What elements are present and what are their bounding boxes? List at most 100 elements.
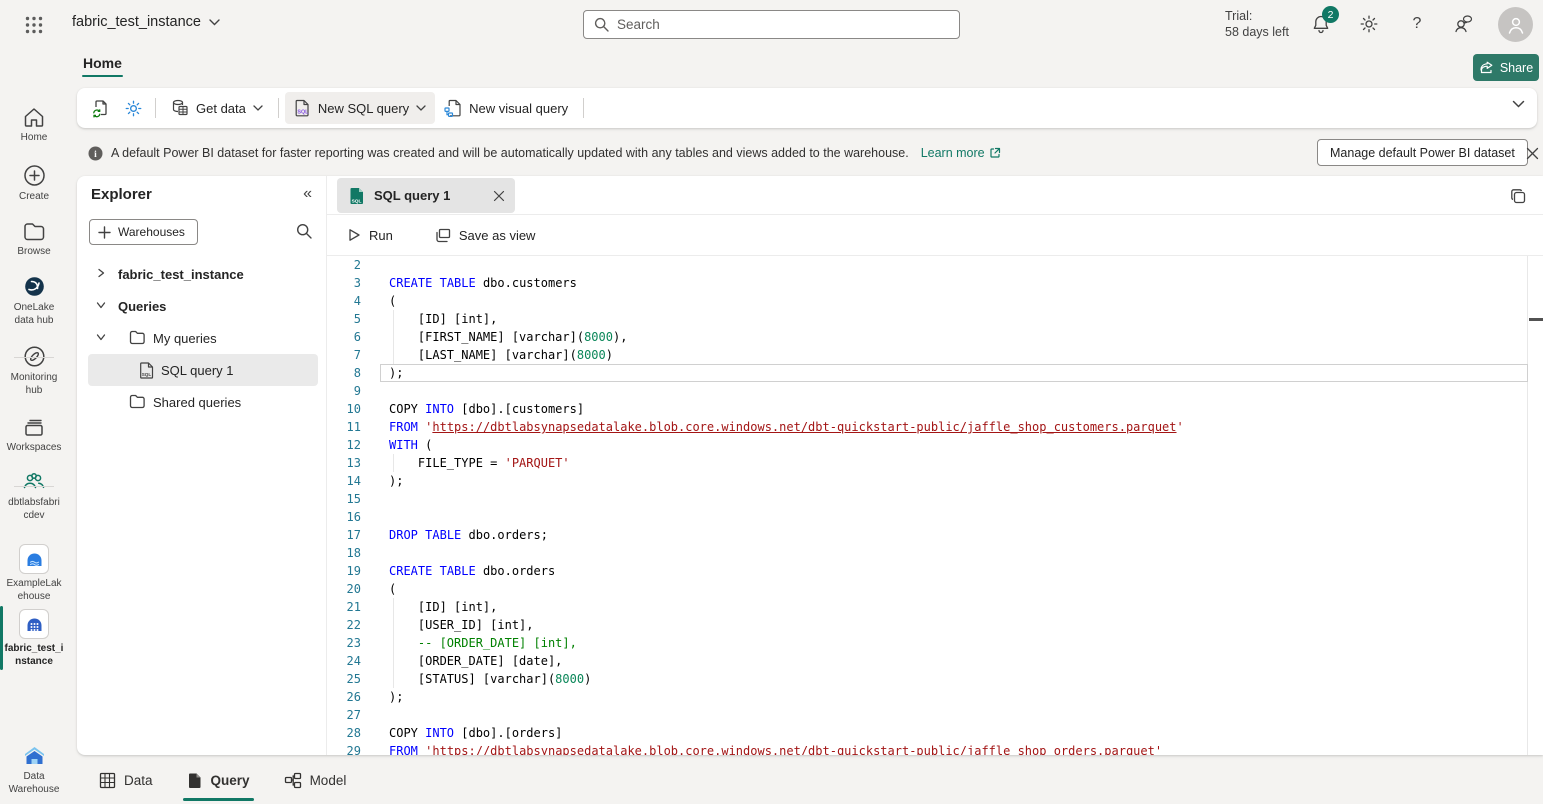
code-line-9[interactable]: 9	[327, 382, 1543, 400]
copy-icon[interactable]	[1507, 185, 1529, 207]
rail-item-dbtlabsfabricdev[interactable]: dbtlabsfabricdev	[0, 471, 68, 522]
rail-item-fabric-test-instance[interactable]: fabric_test_instance	[0, 609, 68, 668]
bottom-tab-data[interactable]: Data	[95, 766, 157, 801]
tree-item-label: fabric_test_instance	[118, 267, 244, 282]
tab-home[interactable]: Home	[83, 55, 122, 77]
chevron-right-icon[interactable]	[96, 268, 108, 280]
learn-more-link[interactable]: Learn more	[921, 146, 1001, 160]
code-line-4[interactable]: 4(	[327, 292, 1543, 310]
get-data-button[interactable]: Get data	[162, 92, 272, 124]
code-line-16[interactable]: 16	[327, 508, 1543, 526]
rail-item-workspaces[interactable]: Workspaces	[0, 417, 68, 454]
code-line-2[interactable]: 2	[327, 256, 1543, 274]
folder-icon	[129, 330, 146, 347]
code-line-22[interactable]: 22 [USER_ID] [int],	[327, 616, 1543, 634]
run-button[interactable]: Run	[339, 222, 401, 249]
toolbar-overflow-chevron[interactable]	[1512, 100, 1525, 108]
code-text: );	[389, 688, 403, 706]
rail-item-label: DataWarehouse	[0, 770, 68, 796]
add-warehouses-button[interactable]: Warehouses	[89, 219, 198, 245]
tree-item-queries[interactable]: Queries	[77, 290, 326, 322]
search-input[interactable]: Search	[583, 10, 960, 39]
code-line-3[interactable]: 3CREATE TABLE dbo.customers	[327, 274, 1543, 292]
save-as-view-button[interactable]: Save as view	[427, 222, 544, 249]
code-line-6[interactable]: 6 [FIRST_NAME] [varchar](8000),	[327, 328, 1543, 346]
manage-default-dataset-button[interactable]: Manage default Power BI dataset	[1317, 139, 1528, 166]
code-text: DROP TABLE dbo.orders;	[389, 526, 548, 544]
refresh-dataset-icon[interactable]	[85, 92, 117, 124]
code-line-10[interactable]: 10COPY INTO [dbo].[customers]	[327, 400, 1543, 418]
collapse-panel-icon[interactable]: «	[303, 185, 312, 203]
new-visual-query-button[interactable]: New visual query	[435, 92, 577, 124]
code-line-28[interactable]: 28COPY INTO [dbo].[orders]	[327, 724, 1543, 742]
code-line-25[interactable]: 25 [STATUS] [varchar](8000)	[327, 670, 1543, 688]
sql-code-editor[interactable]: 23CREATE TABLE dbo.customers4(5 [ID] [in…	[327, 256, 1543, 755]
tab-close-icon[interactable]	[493, 190, 505, 202]
code-text: CREATE TABLE dbo.orders	[389, 562, 555, 580]
query-tab-strip: SQL SQL query 1	[327, 176, 1543, 215]
svg-text:i: i	[94, 150, 97, 160]
rail-item-home[interactable]: Home	[0, 106, 68, 144]
code-line-19[interactable]: 19CREATE TABLE dbo.orders	[327, 562, 1543, 580]
banner-close-icon[interactable]	[1520, 141, 1543, 165]
help-icon[interactable]: ?	[1406, 13, 1428, 35]
settings-gear-icon[interactable]	[1358, 13, 1380, 35]
rail-item-examplelakehouse[interactable]: ExampleLakehouse	[0, 544, 68, 603]
code-line-21[interactable]: 21 [ID] [int],	[327, 598, 1543, 616]
code-line-23[interactable]: 23 -- [ORDER_DATE] [int],	[327, 634, 1543, 652]
toolbar-divider	[155, 98, 156, 118]
bottom-tab-label: Data	[124, 773, 153, 788]
play-icon	[347, 228, 361, 242]
notification-badge: 2	[1322, 6, 1339, 23]
feedback-icon[interactable]	[1452, 13, 1474, 35]
rail-item-browse[interactable]: Browse	[0, 222, 68, 258]
app-launcher-icon[interactable]	[24, 15, 44, 35]
tree-item-my-queries[interactable]: My queries	[77, 322, 326, 354]
code-line-20[interactable]: 20(	[327, 580, 1543, 598]
new-sql-query-button[interactable]: SQL New SQL query	[285, 92, 435, 124]
bottom-tab-model[interactable]: Model	[280, 766, 351, 801]
user-avatar[interactable]	[1498, 7, 1533, 42]
code-line-18[interactable]: 18	[327, 544, 1543, 562]
chevron-down-icon	[209, 19, 220, 26]
tree-item-sql-query-1[interactable]: SQLSQL query 1	[88, 354, 318, 386]
workspace-name: fabric_test_instance	[72, 14, 201, 30]
plus-icon	[98, 226, 111, 239]
code-line-5[interactable]: 5 [ID] [int],	[327, 310, 1543, 328]
code-line-11[interactable]: 11FROM 'https://dbtlabsynapsedatalake.bl…	[327, 418, 1543, 436]
code-line-27[interactable]: 27	[327, 706, 1543, 724]
line-number: 24	[327, 652, 361, 670]
line-number: 14	[327, 472, 361, 490]
fabric-test-instance-icon	[0, 609, 68, 639]
tree-item-shared-queries[interactable]: Shared queries	[77, 386, 326, 418]
bottom-tab-query[interactable]: Query	[183, 766, 254, 801]
rail-item-onelake-data-hub[interactable]: OneLakedata hub	[0, 275, 68, 327]
code-line-15[interactable]: 15	[327, 490, 1543, 508]
explorer-tree: fabric_test_instance QueriesMy queriesSQL…	[77, 258, 326, 418]
settings-blue-gear-icon[interactable]	[117, 92, 149, 124]
code-line-29[interactable]: 29FROM 'https://dbtlabsynapsedatalake.bl…	[327, 742, 1543, 755]
rail-item-label: Browse	[0, 245, 68, 258]
code-line-8[interactable]: 8);	[327, 364, 1543, 382]
chevron-down-icon[interactable]	[96, 332, 108, 344]
code-line-13[interactable]: 13 FILE_TYPE = 'PARQUET'	[327, 454, 1543, 472]
code-line-14[interactable]: 14);	[327, 472, 1543, 490]
code-text: COPY INTO [dbo].[customers]	[389, 400, 584, 418]
query-tab-sql-query-1[interactable]: SQL SQL query 1	[337, 178, 515, 213]
share-button[interactable]: Share	[1473, 54, 1539, 81]
rail-item-label: Create	[0, 190, 68, 203]
chevron-down-icon[interactable]	[96, 300, 108, 312]
code-line-12[interactable]: 12WITH (	[327, 436, 1543, 454]
search-icon	[594, 17, 609, 32]
code-line-24[interactable]: 24 [ORDER_DATE] [date],	[327, 652, 1543, 670]
code-line-17[interactable]: 17DROP TABLE dbo.orders;	[327, 526, 1543, 544]
explorer-search-icon[interactable]	[296, 223, 312, 239]
external-link-icon	[989, 147, 1001, 159]
workspace-switcher[interactable]: fabric_test_instance	[72, 14, 220, 30]
tree-item-fabric_test_instance[interactable]: fabric_test_instance	[77, 258, 326, 290]
code-line-26[interactable]: 26);	[327, 688, 1543, 706]
rail-item-data-warehouse[interactable]: DataWarehouse	[0, 743, 68, 796]
code-line-7[interactable]: 7 [LAST_NAME] [varchar](8000)	[327, 346, 1543, 364]
rail-item-create[interactable]: Create	[0, 164, 68, 203]
rail-item-monitoring-hub[interactable]: Monitoringhub	[0, 345, 68, 397]
